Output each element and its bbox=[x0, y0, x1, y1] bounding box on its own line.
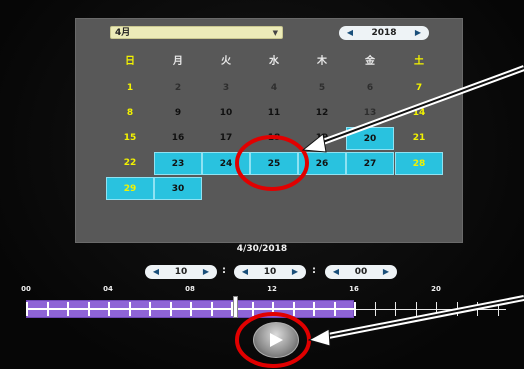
calendar-day[interactable]: 30 bbox=[154, 177, 202, 200]
timeline-tick bbox=[354, 302, 356, 316]
timeline-tick bbox=[87, 302, 90, 316]
calendar-day: 19 bbox=[315, 133, 329, 143]
weekday-label: 水 bbox=[269, 56, 279, 67]
calendar-day: 21 bbox=[412, 133, 426, 143]
calendar-day[interactable]: 23 bbox=[154, 152, 202, 175]
second-decrement-button[interactable]: ◀ bbox=[327, 265, 345, 279]
timeline-tick bbox=[210, 302, 213, 316]
month-select[interactable]: 4月 ▼ bbox=[110, 26, 283, 39]
calendar-day[interactable]: 26 bbox=[298, 152, 346, 175]
timeline-tick bbox=[67, 302, 69, 316]
timeline-hour-label: 20 bbox=[431, 285, 441, 293]
calendar-day[interactable]: 28 bbox=[395, 152, 443, 175]
calendar-day: 11 bbox=[267, 108, 281, 118]
calendar-day: 1 bbox=[126, 83, 134, 93]
selected-date-label: 4/30/2018 bbox=[236, 244, 288, 254]
timeline-tick bbox=[415, 302, 417, 316]
timeline-hour-label: 04 bbox=[103, 285, 113, 293]
hour-spinner[interactable]: ◀ 10 ▶ bbox=[145, 265, 217, 279]
month-value: 4月 bbox=[115, 28, 131, 38]
calendar-day[interactable]: 24 bbox=[202, 152, 250, 175]
minute-value: 10 bbox=[263, 267, 277, 277]
calendar-day: 6 bbox=[366, 83, 374, 93]
timeline-tick bbox=[190, 302, 192, 316]
timeline-hour-label: 16 bbox=[349, 285, 359, 293]
calendar-day: 16 bbox=[171, 133, 185, 143]
timeline-tick bbox=[395, 302, 396, 316]
year-spinner[interactable]: ◀ 2018 ▶ bbox=[339, 26, 429, 40]
timeline-tick bbox=[128, 302, 131, 316]
timeline-tick bbox=[497, 302, 499, 316]
play-button[interactable] bbox=[253, 322, 299, 358]
timeline-tick bbox=[108, 302, 110, 316]
calendar-day: 17 bbox=[219, 133, 233, 143]
timeline-tick bbox=[436, 302, 437, 316]
calendar-day[interactable]: 20 bbox=[346, 127, 394, 150]
calendar-day: 4 bbox=[270, 83, 278, 93]
timeline-tick bbox=[26, 302, 28, 316]
timeline-tick bbox=[333, 302, 336, 316]
timeline-tick bbox=[169, 302, 172, 316]
timeline-tick bbox=[272, 302, 274, 316]
calendar-day: 2 bbox=[174, 83, 182, 93]
timeline-hour-label: 12 bbox=[267, 285, 277, 293]
calendar-day: 9 bbox=[174, 108, 182, 118]
calendar-day: 14 bbox=[412, 108, 426, 118]
chevron-down-icon: ▼ bbox=[272, 29, 278, 37]
timeline-tick bbox=[374, 302, 376, 316]
year-next-button[interactable]: ▶ bbox=[409, 26, 427, 40]
timeline-bar[interactable] bbox=[26, 299, 506, 319]
dvr-screen: 4月 ▼ ◀ 2018 ▶ 日月火水木金土 1 2 3 4 5 6 7 8 9 10 11 12 13 1… bbox=[0, 0, 524, 369]
calendar-day[interactable]: 25 bbox=[250, 152, 298, 175]
hour-value: 10 bbox=[174, 267, 188, 277]
hour-decrement-button[interactable]: ◀ bbox=[147, 265, 165, 279]
weekday-label: 木 bbox=[317, 56, 327, 67]
calendar-day: 22 bbox=[123, 158, 137, 168]
calendar-day: 8 bbox=[126, 108, 134, 118]
calendar-day: 10 bbox=[219, 108, 233, 118]
minute-increment-button[interactable]: ▶ bbox=[286, 265, 304, 279]
calendar-day: 15 bbox=[123, 133, 137, 143]
weekday-label: 火 bbox=[221, 56, 231, 67]
year-prev-button[interactable]: ◀ bbox=[341, 26, 359, 40]
time-separator: : bbox=[312, 265, 316, 276]
timeline-tick bbox=[292, 302, 295, 316]
second-spinner[interactable]: ◀ 00 ▶ bbox=[325, 265, 397, 279]
timeline-tick bbox=[251, 302, 254, 316]
hour-increment-button[interactable]: ▶ bbox=[197, 265, 215, 279]
timeline-hour-label: 00 bbox=[21, 285, 31, 293]
weekday-label: 月 bbox=[173, 56, 183, 67]
weekday-label: 日 bbox=[125, 56, 135, 67]
timeline-cursor[interactable] bbox=[233, 296, 239, 318]
weekday-label: 金 bbox=[365, 56, 375, 67]
minute-spinner[interactable]: ◀ 10 ▶ bbox=[234, 265, 306, 279]
timeline-tick bbox=[477, 302, 478, 316]
second-value: 00 bbox=[354, 267, 368, 277]
calendar-day[interactable]: 27 bbox=[346, 152, 394, 175]
timeline-midline-empty bbox=[354, 309, 506, 310]
calendar-day: 5 bbox=[318, 83, 326, 93]
calendar-day[interactable]: 29 bbox=[106, 177, 154, 200]
play-icon bbox=[270, 333, 283, 347]
calendar-day: 3 bbox=[222, 83, 230, 93]
timeline-tick bbox=[149, 302, 151, 316]
calendar-day: 13 bbox=[363, 108, 377, 118]
time-separator: : bbox=[222, 265, 226, 276]
minute-decrement-button[interactable]: ◀ bbox=[236, 265, 254, 279]
calendar-day: 18 bbox=[267, 133, 281, 143]
calendar-day: 12 bbox=[315, 108, 329, 118]
timeline-hour-label: 08 bbox=[185, 285, 195, 293]
timeline-tick bbox=[313, 302, 315, 316]
weekday-label: 土 bbox=[414, 56, 424, 67]
second-increment-button[interactable]: ▶ bbox=[377, 265, 395, 279]
calendar-day: 7 bbox=[415, 83, 423, 93]
year-value: 2018 bbox=[371, 28, 397, 38]
timeline-tick bbox=[456, 302, 458, 316]
timeline-tick bbox=[46, 302, 49, 316]
